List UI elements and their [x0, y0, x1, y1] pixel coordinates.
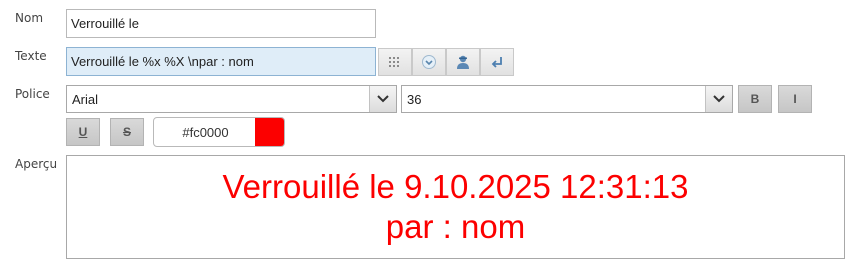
- chevron-down-icon: [705, 86, 732, 112]
- font-size-value: 36: [407, 92, 422, 107]
- color-picker[interactable]: #fc0000: [153, 117, 285, 147]
- chevron-down-icon: [369, 86, 396, 112]
- font-family-select[interactable]: Arial: [66, 85, 397, 113]
- font-family-value: Arial: [72, 92, 99, 107]
- grid-icon: [389, 57, 399, 67]
- preview-line-2: par : nom: [385, 208, 526, 245]
- text-input[interactable]: Verrouillé le %x %X \npar : nom: [66, 47, 376, 76]
- name-input[interactable]: Verrouillé le: [66, 9, 376, 38]
- bold-button[interactable]: B: [738, 85, 772, 113]
- preview-box: Verrouillé le 9.10.2025 12:31:13 par : n…: [66, 155, 845, 259]
- underline-button[interactable]: U: [66, 118, 100, 146]
- color-swatch[interactable]: [255, 118, 284, 146]
- name-label: Nom: [15, 11, 44, 25]
- chevron-circle-icon: [422, 55, 436, 69]
- italic-button[interactable]: I: [778, 85, 812, 113]
- user-icon: [457, 55, 469, 69]
- font-size-select[interactable]: 36: [401, 85, 733, 113]
- insert-date-button[interactable]: [412, 48, 446, 76]
- preview-line-1: Verrouillé le 9.10.2025 12:31:13: [222, 168, 689, 205]
- name-input-value: Verrouillé le: [71, 16, 139, 31]
- insert-newline-button[interactable]: [480, 48, 514, 76]
- font-label: Police: [15, 87, 50, 101]
- insert-field-button[interactable]: [378, 48, 412, 76]
- color-hex-value: #fc0000: [182, 124, 229, 140]
- insert-user-button[interactable]: [446, 48, 480, 76]
- return-arrow-icon: [491, 57, 502, 68]
- text-label: Texte: [15, 49, 47, 63]
- strikethrough-button[interactable]: S: [110, 118, 144, 146]
- preview-label: Aperçu: [15, 157, 58, 171]
- text-input-value: Verrouillé le %x %X \npar : nom: [71, 54, 254, 69]
